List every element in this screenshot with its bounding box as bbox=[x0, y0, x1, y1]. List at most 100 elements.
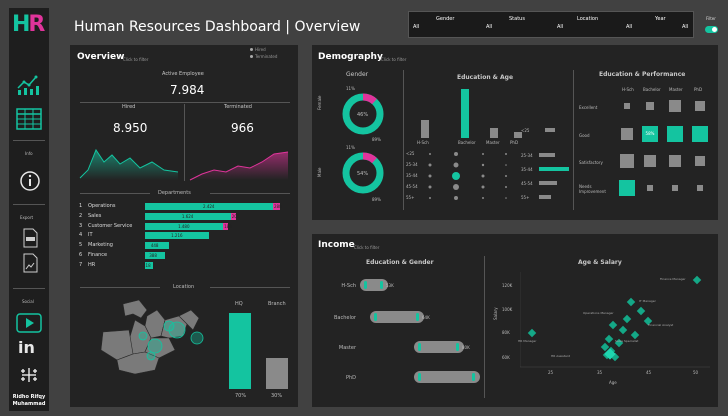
perf-row-label: Excellent bbox=[579, 105, 598, 110]
income-dot-left bbox=[418, 343, 421, 351]
legend-hired-dot bbox=[250, 48, 253, 51]
filter-toggle[interactable] bbox=[705, 26, 718, 33]
hq-pct: 70% bbox=[235, 393, 247, 399]
location-map[interactable] bbox=[95, 296, 205, 380]
perf-cell[interactable] bbox=[669, 155, 681, 167]
edu-bar-bachelor[interactable] bbox=[461, 89, 469, 138]
gender-filter-value[interactable]: All bbox=[486, 24, 492, 30]
table-icon[interactable] bbox=[16, 108, 42, 130]
perf-cell[interactable] bbox=[624, 103, 630, 109]
perf-cell[interactable] bbox=[619, 180, 635, 196]
dept-name[interactable]: HR bbox=[88, 262, 95, 268]
image-export-icon[interactable] bbox=[21, 253, 39, 273]
title-text: Human Resources Dashboard bbox=[74, 19, 281, 35]
perf-cell[interactable] bbox=[695, 156, 705, 166]
active-employee-label: Active Employee bbox=[162, 71, 204, 77]
income-dot-right bbox=[472, 373, 475, 381]
hired-trend-chart[interactable] bbox=[78, 140, 180, 182]
age-label-right: <25 bbox=[521, 128, 530, 133]
age-label-left: 45-54 bbox=[406, 184, 418, 189]
youtube-icon[interactable] bbox=[16, 313, 42, 333]
dept-name[interactable]: IT bbox=[88, 232, 93, 238]
active-employee-value: 7.984 bbox=[170, 83, 205, 97]
perf-row-label: Satisfactory bbox=[579, 160, 603, 165]
dept-rank: 4 bbox=[79, 232, 83, 239]
income-hint: Click to filter bbox=[354, 245, 380, 250]
income-value: 64K bbox=[422, 315, 430, 320]
income-value: 53K bbox=[386, 283, 394, 288]
status-filter-value[interactable]: All bbox=[557, 24, 563, 30]
x-axis-label: Age bbox=[609, 380, 617, 385]
dept-name[interactable]: Sales bbox=[88, 213, 101, 219]
y-tick: 120K bbox=[502, 283, 513, 288]
dept-rank: 1 bbox=[79, 203, 83, 209]
perf-cell[interactable] bbox=[672, 185, 678, 191]
female-label: Female bbox=[317, 95, 322, 110]
age-bar-25-34[interactable] bbox=[539, 153, 555, 157]
edu-age-dot-matrix[interactable] bbox=[428, 148, 518, 208]
perf-cell[interactable] bbox=[697, 185, 703, 191]
age-salary-scatter[interactable] bbox=[520, 272, 710, 368]
edu-perf-title: Education & Performance bbox=[599, 71, 686, 78]
branch-bar[interactable] bbox=[266, 358, 288, 389]
social-section-label: Social bbox=[22, 299, 34, 304]
status-filter-label: Status bbox=[509, 16, 525, 22]
terminated-trend-chart[interactable] bbox=[188, 140, 290, 182]
filter-toggle-label: Filter bbox=[706, 16, 716, 21]
perf-cell[interactable] bbox=[646, 102, 654, 110]
tableau-icon[interactable] bbox=[19, 365, 39, 385]
edu-bar-hsch[interactable] bbox=[421, 120, 429, 138]
dept-name[interactable]: Customer Service bbox=[88, 223, 132, 229]
departments-label: Departments bbox=[158, 190, 191, 196]
year-filter-value[interactable]: All bbox=[682, 24, 688, 30]
perf-cell[interactable] bbox=[667, 126, 683, 142]
hired-label: Hired bbox=[122, 104, 136, 110]
male-small-pct: 11% bbox=[346, 145, 355, 150]
income-pill[interactable] bbox=[414, 371, 480, 383]
gender-filter-label: Gender bbox=[436, 16, 455, 22]
dept-hired-value: 1.480 bbox=[178, 223, 190, 229]
location-filter-value[interactable]: All bbox=[626, 24, 632, 30]
sidebar: HR Info Export Social in Ridho Rifqy Muh… bbox=[9, 8, 49, 411]
perf-cell[interactable] bbox=[695, 101, 705, 111]
perf-cell[interactable] bbox=[647, 185, 653, 191]
subtitle-text: Overview bbox=[294, 19, 361, 35]
perf-cell[interactable] bbox=[620, 154, 634, 168]
edu-bar-master[interactable] bbox=[490, 128, 498, 138]
perf-cell[interactable] bbox=[621, 128, 633, 140]
dept-terminated-value: 184 bbox=[224, 223, 232, 229]
age-bar-lt25[interactable] bbox=[545, 128, 555, 132]
legend-terminated: Terminated bbox=[255, 54, 278, 59]
male-outer-pct: 89% bbox=[372, 197, 381, 202]
income-dot-left bbox=[374, 313, 377, 321]
linkedin-icon[interactable]: in bbox=[18, 338, 35, 357]
perf-cell[interactable] bbox=[692, 126, 708, 142]
overview-hint: Click to filter bbox=[123, 57, 149, 62]
dept-terminated-value: 201 bbox=[231, 213, 240, 219]
dept-name[interactable]: Finance bbox=[88, 252, 107, 258]
age-bar-45-54[interactable] bbox=[539, 181, 557, 185]
location-label: Location bbox=[173, 284, 195, 290]
age-bar-55plus[interactable] bbox=[539, 195, 551, 199]
age-bar-35-44[interactable] bbox=[539, 167, 569, 171]
perf-cell[interactable] bbox=[669, 100, 681, 112]
line-chart-icon[interactable] bbox=[16, 72, 42, 96]
age-label-right: 25-34 bbox=[521, 153, 533, 158]
perf-row-label: Needs Improvement bbox=[579, 184, 606, 194]
first-filter-value[interactable]: All bbox=[413, 24, 419, 30]
x-tick: 45 bbox=[646, 370, 652, 375]
role-label: Financial Analyst bbox=[648, 323, 674, 327]
y-tick: 80K bbox=[502, 330, 510, 335]
dept-name[interactable]: Operations bbox=[88, 203, 116, 209]
income-edu-label: PhD bbox=[345, 375, 356, 381]
x-tick: 35 bbox=[597, 370, 603, 375]
perf-cell[interactable]: 58% bbox=[642, 126, 658, 142]
female-pct: 46% bbox=[357, 112, 369, 118]
info-icon[interactable] bbox=[19, 170, 41, 192]
income-edu-label: Master bbox=[338, 345, 356, 351]
pdf-export-icon[interactable] bbox=[21, 228, 39, 248]
dept-name[interactable]: Marketing bbox=[88, 242, 113, 248]
hq-bar[interactable] bbox=[229, 313, 251, 389]
dept-rank: 3 bbox=[79, 222, 83, 229]
perf-cell[interactable] bbox=[644, 155, 656, 167]
